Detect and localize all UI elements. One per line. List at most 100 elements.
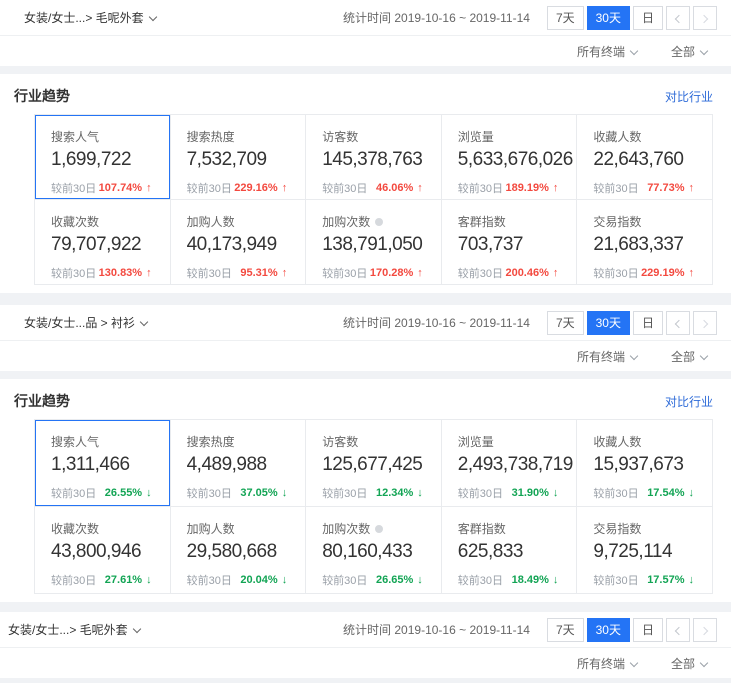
metric-grid: 搜索人气 1,311,466 较前30日 26.55% 搜索热度 4,489 (34, 419, 713, 594)
compare-industry-link[interactable]: 对比行业 (665, 88, 713, 105)
change-percent: 229.19% (641, 267, 694, 279)
change-percent: 107.74% (99, 182, 152, 194)
range-30d-button[interactable]: 30天 (587, 311, 630, 335)
change-percent: 27.61% (105, 574, 152, 586)
metric-footer: 较前30日 107.74% (51, 180, 160, 196)
breadcrumb-category[interactable]: 女装/女士...品 > 衬衫 (24, 314, 147, 331)
terminal-filter-dropdown[interactable]: 所有终端 (577, 348, 637, 365)
metric-label: 客群指数 (458, 520, 506, 537)
trend-arrow-icon (553, 487, 559, 499)
change-percent: 26.65% (376, 574, 423, 586)
range-30d-button[interactable]: 30天 (587, 6, 630, 30)
panel-title: 行业趋势 (14, 86, 70, 106)
range-7d-button[interactable]: 7天 (547, 311, 584, 335)
compare-period-label: 较前30日 (458, 485, 503, 501)
metric-card[interactable]: 搜索热度 4,489,988 较前30日 37.05% (171, 420, 307, 507)
metric-footer: 较前30日 95.31% (187, 265, 296, 281)
metric-card[interactable]: 加购次数 80,160,433 较前30日 26.65% (306, 507, 442, 594)
metric-card[interactable]: 客群指数 625,833 较前30日 18.49% (442, 507, 578, 594)
metric-label-row: 收藏次数 (51, 213, 160, 230)
trend-arrow-icon (146, 182, 152, 194)
metric-card[interactable]: 浏览量 5,633,676,026 较前30日 189.19% (442, 115, 578, 200)
range-day-button[interactable]: 日 (633, 6, 663, 30)
trend-arrow-icon (417, 267, 423, 279)
scope-filter-dropdown[interactable]: 全部 (671, 655, 707, 672)
metric-card[interactable]: 交易指数 9,725,114 较前30日 17.57% (577, 507, 713, 594)
metric-label-row: 收藏人数 (593, 433, 702, 450)
change-value: 26.65% (376, 574, 413, 586)
metric-card[interactable]: 加购人数 40,173,949 较前30日 95.31% (171, 200, 307, 285)
toolbar-middle-row: 女装/女士...品 > 衬衫 统计时间 2019-10-16 ~ 2019-11… (0, 305, 731, 341)
change-value: 37.05% (240, 487, 277, 499)
scope-filter-dropdown[interactable]: 全部 (671, 43, 707, 60)
prev-period-button[interactable] (666, 618, 690, 642)
trend-arrow-icon (282, 574, 288, 586)
range-day-button[interactable]: 日 (633, 618, 663, 642)
metric-footer: 较前30日 27.61% (51, 572, 160, 588)
info-dot-icon (375, 525, 383, 533)
toolbar-bottom-row: 女装/女士...> 毛呢外套 统计时间 2019-10-16 ~ 2019-11… (0, 612, 731, 648)
metric-footer: 较前30日 200.46% (458, 265, 567, 281)
metric-value: 15,937,673 (593, 454, 702, 476)
compare-period-label: 较前30日 (458, 572, 503, 588)
metric-label-row: 加购次数 (322, 520, 431, 537)
metric-card[interactable]: 访客数 125,677,425 较前30日 12.34% (306, 420, 442, 507)
metric-card[interactable]: 搜索人气 1,699,722 较前30日 107.74% (35, 115, 171, 200)
change-percent: 18.49% (512, 574, 559, 586)
chevron-down-icon (700, 46, 708, 54)
metric-card[interactable]: 加购人数 29,580,668 较前30日 20.04% (171, 507, 307, 594)
metric-card[interactable]: 收藏次数 79,707,922 较前30日 130.83% (35, 200, 171, 285)
metric-label-row: 收藏次数 (51, 520, 160, 537)
scope-filter-dropdown[interactable]: 全部 (671, 348, 707, 365)
change-percent: 26.55% (105, 487, 152, 499)
metric-card[interactable]: 客群指数 703,737 较前30日 200.46% (442, 200, 578, 285)
change-value: 229.16% (234, 182, 277, 194)
prev-period-button[interactable] (666, 311, 690, 335)
metric-value: 40,173,949 (187, 234, 296, 256)
breadcrumb-category[interactable]: 女装/女士...> 毛呢外套 (8, 621, 140, 638)
compare-period-label: 较前30日 (187, 265, 232, 281)
compare-period-label: 较前30日 (51, 572, 96, 588)
terminal-filter-dropdown[interactable]: 所有终端 (577, 655, 637, 672)
metric-card[interactable]: 搜索人气 1,311,466 较前30日 26.55% (35, 420, 171, 507)
metric-card[interactable]: 搜索热度 7,532,709 较前30日 229.16% (171, 115, 307, 200)
range-7d-button[interactable]: 7天 (547, 6, 584, 30)
change-percent: 46.06% (376, 182, 423, 194)
metric-card[interactable]: 收藏次数 43,800,946 较前30日 27.61% (35, 507, 171, 594)
chevron-right-icon (700, 626, 708, 634)
metric-card[interactable]: 收藏人数 22,643,760 较前30日 77.73% (577, 115, 713, 200)
metric-label-row: 交易指数 (593, 213, 702, 230)
metric-value: 1,699,722 (51, 149, 160, 171)
metric-label: 收藏人数 (593, 433, 641, 450)
range-day-button[interactable]: 日 (633, 311, 663, 335)
next-period-button[interactable] (693, 618, 717, 642)
date-controls: 统计时间 2019-10-16 ~ 2019-11-14 7天 30天 日 (343, 618, 717, 642)
next-period-button[interactable] (693, 311, 717, 335)
range-30d-button[interactable]: 30天 (587, 618, 630, 642)
metric-label-row: 客群指数 (458, 213, 567, 230)
metric-card[interactable]: 访客数 145,378,763 较前30日 46.06% (306, 115, 442, 200)
spacer (0, 602, 731, 612)
prev-period-button[interactable] (666, 6, 690, 30)
metric-footer: 较前30日 37.05% (187, 485, 296, 501)
metric-label-row: 收藏人数 (593, 128, 702, 145)
change-percent: 130.83% (99, 267, 152, 279)
breadcrumb-category[interactable]: 女装/女士...> 毛呢外套 (24, 9, 156, 26)
trend-arrow-icon (553, 182, 559, 194)
terminal-filter-dropdown[interactable]: 所有终端 (577, 43, 637, 60)
metric-card[interactable]: 交易指数 21,683,337 较前30日 229.19% (577, 200, 713, 285)
metric-footer: 较前30日 77.73% (593, 180, 702, 196)
next-period-button[interactable] (693, 6, 717, 30)
change-percent: 31.90% (512, 487, 559, 499)
metric-card[interactable]: 收藏人数 15,937,673 较前30日 17.54% (577, 420, 713, 507)
chevron-down-icon (630, 658, 638, 666)
metric-card[interactable]: 浏览量 2,493,738,719 较前30日 31.90% (442, 420, 578, 507)
metric-value: 43,800,946 (51, 541, 160, 563)
metric-label-row: 搜索热度 (187, 128, 296, 145)
metric-card[interactable]: 加购次数 138,791,050 较前30日 170.28% (306, 200, 442, 285)
compare-industry-link[interactable]: 对比行业 (665, 393, 713, 410)
terminal-filter-label: 所有终端 (577, 45, 625, 59)
range-7d-button[interactable]: 7天 (547, 618, 584, 642)
trend-arrow-icon (282, 267, 288, 279)
range-button-group: 7天 30天 日 (544, 618, 717, 642)
